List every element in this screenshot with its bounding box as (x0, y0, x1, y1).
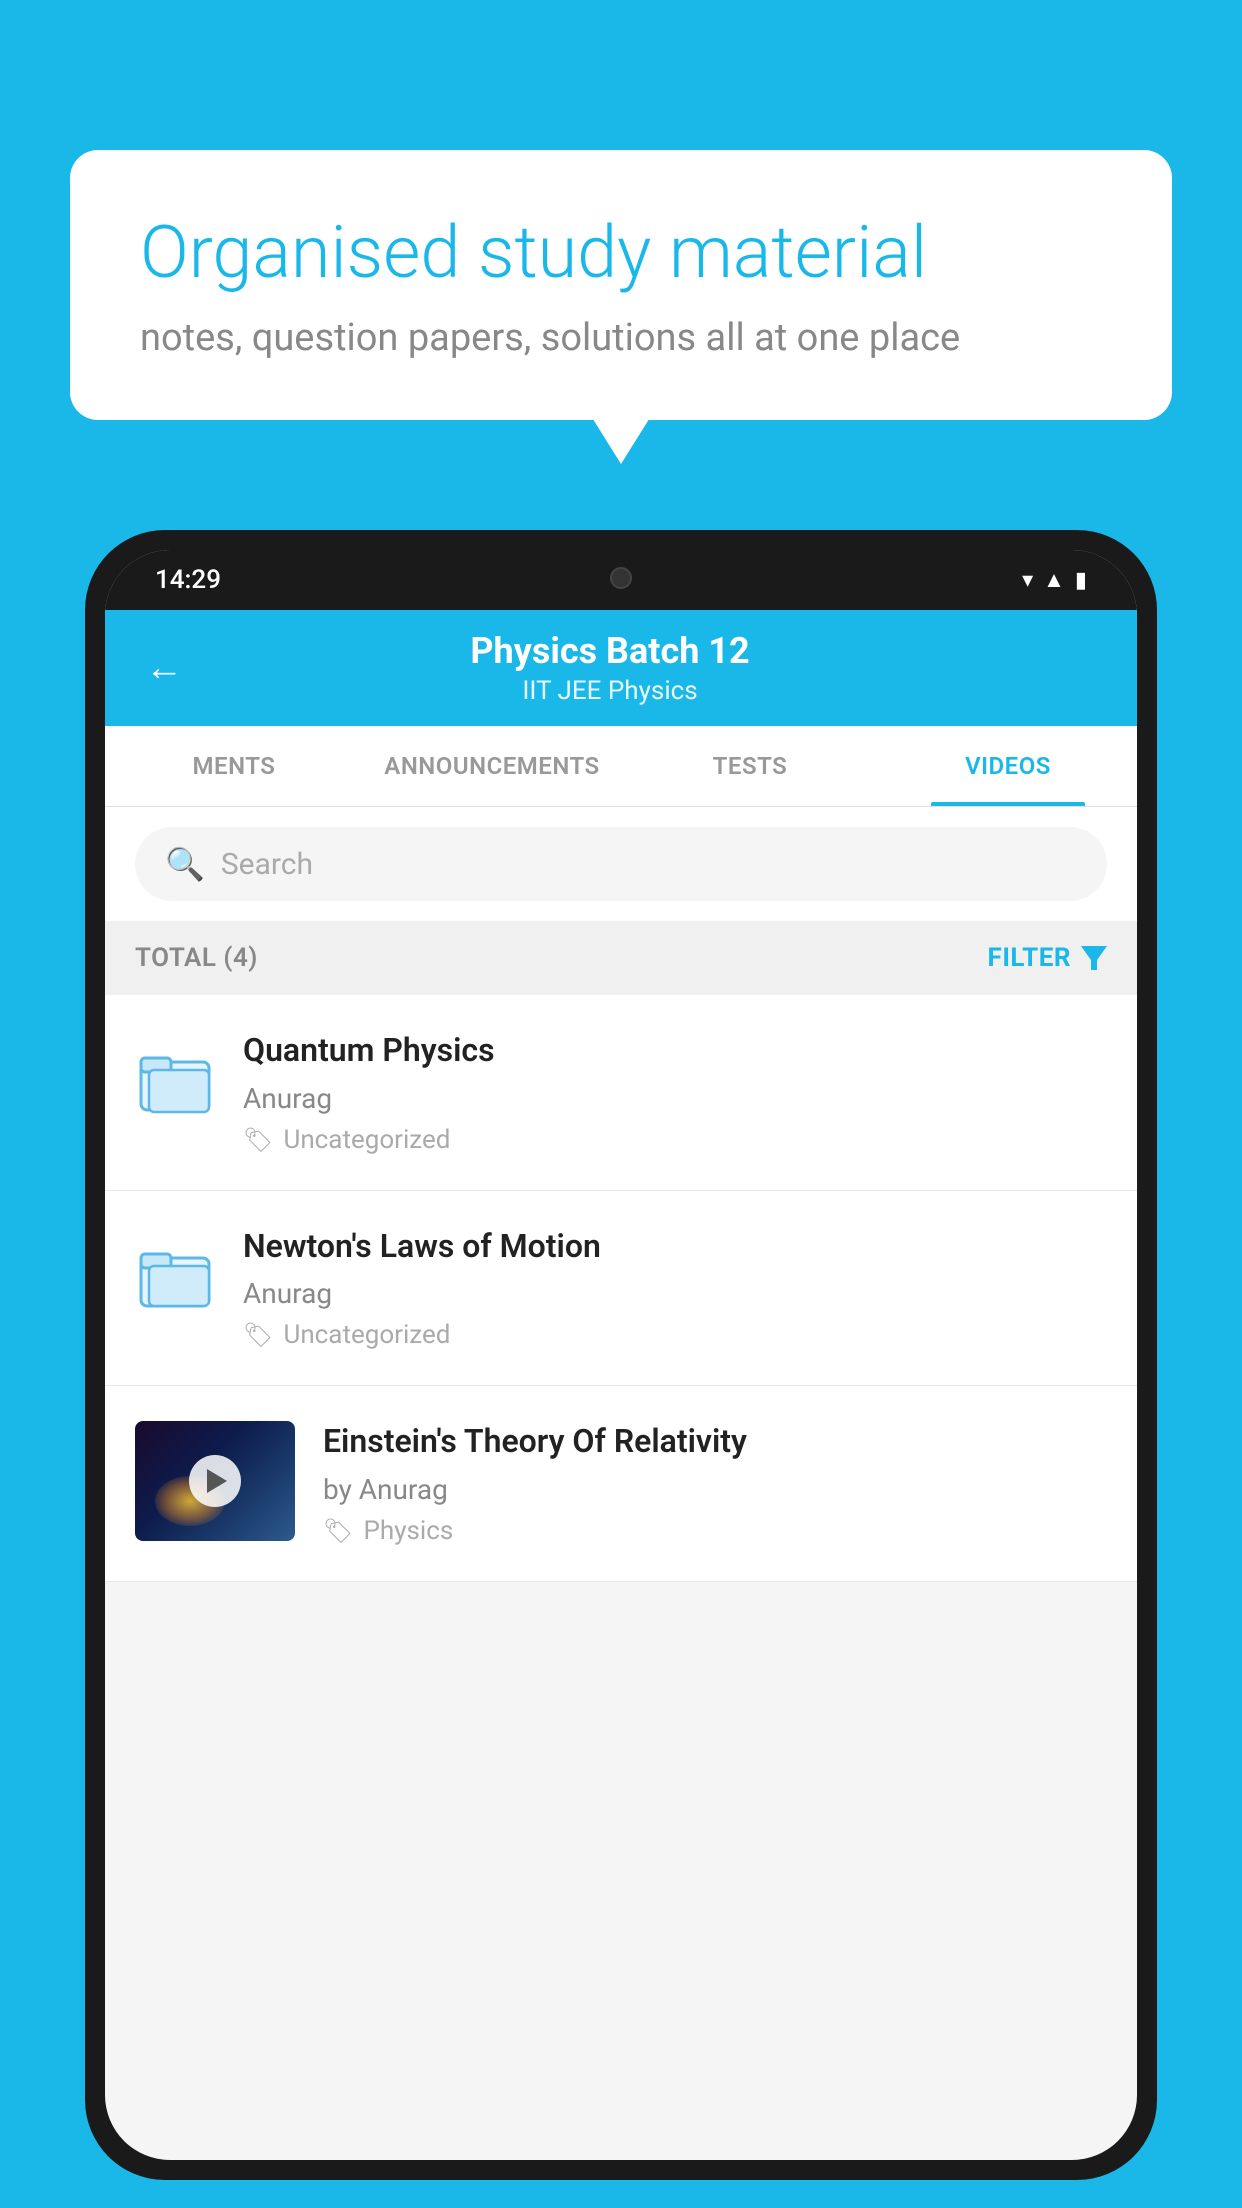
video-list: Quantum Physics Anurag 🏷 Uncategorized (105, 995, 1137, 1582)
wifi-icon: ▾ (1022, 568, 1033, 593)
bubble-subtitle: notes, question papers, solutions all at… (140, 316, 1102, 360)
filter-label: FILTER (988, 943, 1071, 973)
folder-svg-icon (139, 1044, 211, 1116)
video-tag: 🏷 Uncategorized (243, 1320, 1107, 1350)
play-button[interactable] (189, 1455, 241, 1507)
play-triangle-icon (207, 1469, 227, 1493)
filter-funnel-icon (1081, 946, 1107, 970)
tag-icon: 🏷 (323, 1517, 353, 1545)
phone-container: 14:29 ▾ ▲ ▮ ← Physics Batch 12 IIT JEE P… (85, 530, 1157, 2208)
video-tag: 🏷 Physics (323, 1516, 1107, 1546)
total-count-label: TOTAL (4) (135, 943, 258, 973)
video-title: Newton's Laws of Motion (243, 1226, 1107, 1268)
back-button[interactable]: ← (145, 646, 183, 690)
speech-bubble: Organised study material notes, question… (70, 150, 1172, 420)
folder-svg-icon (139, 1240, 211, 1312)
filter-button[interactable]: FILTER (988, 943, 1107, 973)
speech-bubble-container: Organised study material notes, question… (70, 150, 1172, 420)
video-thumbnail (135, 1421, 295, 1541)
tag-text: Uncategorized (283, 1125, 450, 1155)
tag-text: Physics (363, 1516, 453, 1546)
video-info: Newton's Laws of Motion Anurag 🏷 Uncateg… (243, 1226, 1107, 1351)
video-author: by Anurag (323, 1473, 1107, 1506)
camera-dot (610, 567, 632, 589)
tab-ments[interactable]: MENTS (105, 726, 363, 806)
tag-icon: 🏷 (243, 1321, 273, 1349)
list-item[interactable]: Newton's Laws of Motion Anurag 🏷 Uncateg… (105, 1191, 1137, 1387)
search-container: 🔍 Search (105, 807, 1137, 921)
header-center: Physics Batch 12 IIT JEE Physics (203, 630, 1017, 706)
folder-icon (135, 1236, 215, 1316)
status-bar: 14:29 ▾ ▲ ▮ (105, 550, 1137, 610)
video-author: Anurag (243, 1277, 1107, 1310)
video-title: Einstein's Theory Of Relativity (323, 1421, 1107, 1463)
list-item[interactable]: Einstein's Theory Of Relativity by Anura… (105, 1386, 1137, 1582)
app-header: ← Physics Batch 12 IIT JEE Physics (105, 610, 1137, 726)
phone-outer: 14:29 ▾ ▲ ▮ ← Physics Batch 12 IIT JEE P… (85, 530, 1157, 2180)
search-input-wrapper[interactable]: 🔍 Search (135, 827, 1107, 901)
video-info: Einstein's Theory Of Relativity by Anura… (323, 1421, 1107, 1546)
search-placeholder-text: Search (221, 847, 313, 882)
tab-tests[interactable]: TESTS (621, 726, 879, 806)
status-icons: ▾ ▲ ▮ (1022, 567, 1087, 593)
filter-bar: TOTAL (4) FILTER (105, 921, 1137, 995)
tab-videos[interactable]: VIDEOS (879, 726, 1137, 806)
phone-notch (541, 550, 701, 605)
video-author: Anurag (243, 1082, 1107, 1115)
tag-text: Uncategorized (283, 1320, 450, 1350)
tag-icon: 🏷 (243, 1126, 273, 1154)
header-subtitle: IIT JEE Physics (203, 676, 1017, 706)
video-title: Quantum Physics (243, 1030, 1107, 1072)
search-icon: 🔍 (165, 845, 205, 883)
status-time: 14:29 (155, 565, 221, 595)
signal-icon: ▲ (1043, 567, 1065, 593)
battery-icon: ▮ (1075, 568, 1087, 593)
list-item[interactable]: Quantum Physics Anurag 🏷 Uncategorized (105, 995, 1137, 1191)
bubble-title: Organised study material (140, 210, 1102, 296)
phone-screen: 14:29 ▾ ▲ ▮ ← Physics Batch 12 IIT JEE P… (105, 550, 1137, 2160)
video-info: Quantum Physics Anurag 🏷 Uncategorized (243, 1030, 1107, 1155)
video-tag: 🏷 Uncategorized (243, 1125, 1107, 1155)
header-title: Physics Batch 12 (203, 630, 1017, 672)
folder-icon (135, 1040, 215, 1120)
tab-announcements[interactable]: ANNOUNCEMENTS (363, 726, 621, 806)
tabs-bar: MENTS ANNOUNCEMENTS TESTS VIDEOS (105, 726, 1137, 807)
